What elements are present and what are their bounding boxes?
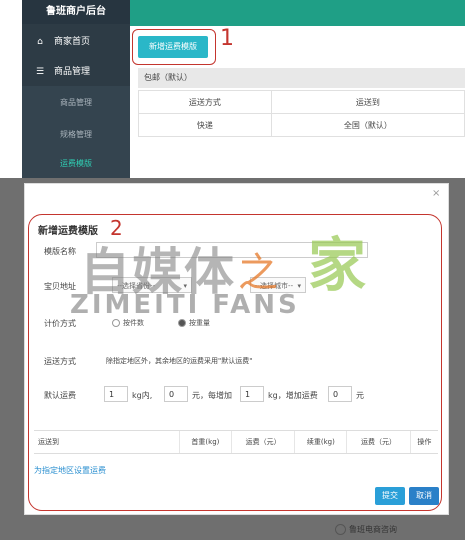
fee-header-first-weight: 首重(kg) [179,430,232,454]
delivery-method-label: 运送方式 [44,357,76,366]
price-unit-text: 元，每增加 [192,391,232,400]
additional-price-input[interactable]: 0 [328,386,352,402]
template-name-label: 模版名称 [44,247,76,256]
submit-button[interactable]: 提交 [375,487,405,505]
callout-box-1 [132,29,216,65]
rule-header-destination: 运送到 [270,90,465,114]
close-icon[interactable]: × [432,188,440,199]
rule-cell-method: 快递 [138,113,272,137]
rule-cell-destination: 全国（默认） [270,113,465,137]
first-weight-unit: kg内, [132,391,153,400]
cancel-button[interactable]: 取消 [409,487,439,505]
sidebar-subitem-product-manage[interactable]: 商品管理 [22,86,130,120]
first-weight-input[interactable]: 1 [104,386,128,402]
additional-weight-input[interactable]: 1 [240,386,264,402]
fee-header-additional-fee: 运费（元） [346,430,411,454]
wechat-icon [335,524,346,535]
delivery-note: 除指定地区外，其余地区的运费采用"默认运费" [106,357,253,365]
sidebar-item-home[interactable]: ⌂ 商家首页 [22,28,130,56]
brand-title: 鲁班商户后台 [22,0,130,24]
default-fee-label: 默认运费 [44,391,76,400]
additional-price-unit: 元 [356,391,364,400]
rule-header-method: 运送方式 [138,90,272,114]
set-region-fee-link[interactable]: 为指定地区设置运费 [34,465,106,476]
radio-icon [112,319,120,327]
table-row: 快递 全国（默认） [138,113,465,137]
home-icon: ⌂ [37,37,43,47]
fee-header-destination: 运送到 [34,430,180,454]
first-price-input[interactable]: 0 [164,386,188,402]
watermark-logo-en: ZIMEITI FANS [70,290,300,320]
radio-checked-icon [178,319,186,327]
fee-header-additional-weight: 续重(kg) [294,430,347,454]
list-icon: ☰ [35,67,45,77]
sidebar-subitem-shipping-template[interactable]: 运费模版 [22,150,130,178]
region-fee-table: 运送到 首重(kg) 运费（元） 续重(kg) 运费（元） 操作 [34,430,438,454]
callout-number-1: 1 [220,26,234,51]
rule-table: 运送方式 运送到 快递 全国（默认） [138,90,465,137]
fee-header-actions: 操作 [409,430,438,454]
additional-weight-unit: kg，增加运费 [268,391,318,400]
sidebar-item-products[interactable]: ☰ 商品管理 [22,58,130,86]
sidebar-subitem-spec-manage[interactable]: 规格管理 [22,118,130,152]
rule-card-header: 包邮（默认） [138,68,465,88]
fee-header-first-fee: 运费（元） [230,430,295,454]
wechat-credit: 鲁班电商咨询 [335,524,397,535]
watermark-logo-jia: 家 [308,231,367,299]
